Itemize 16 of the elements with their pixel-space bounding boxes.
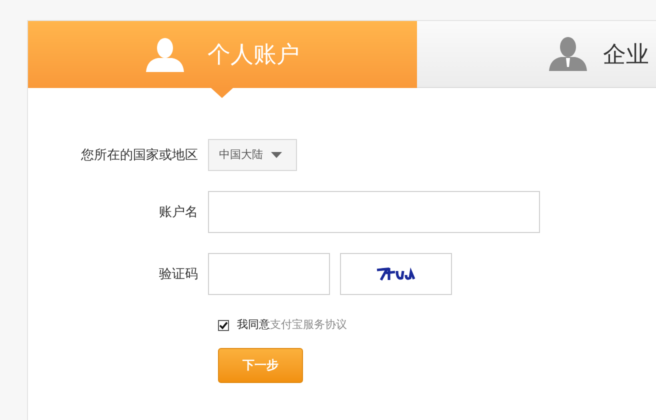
caret-icon	[271, 152, 282, 158]
field-label: 账户名	[159, 204, 198, 220]
field-label: 您所在的国家或地区	[81, 147, 198, 162]
agreement-text: 我同意支付宝服务协议	[237, 318, 347, 333]
field-label: 验证码	[159, 266, 198, 282]
tab-pointer	[211, 88, 233, 98]
person-icon	[549, 37, 587, 71]
person-icon	[146, 38, 184, 72]
service-agreement-link[interactable]: 支付宝服务协议	[270, 319, 347, 331]
account-type-tab[interactable]: 企业	[417, 21, 656, 88]
agree-checkbox[interactable]	[218, 320, 229, 331]
captcha-squiggle-drawing	[375, 266, 417, 282]
region-dropdown[interactable]: 中国大陆	[208, 139, 297, 171]
captcha-input[interactable]	[208, 253, 330, 295]
next-step-button[interactable]: 下一步	[218, 348, 303, 382]
account-name-input[interactable]	[208, 191, 540, 233]
